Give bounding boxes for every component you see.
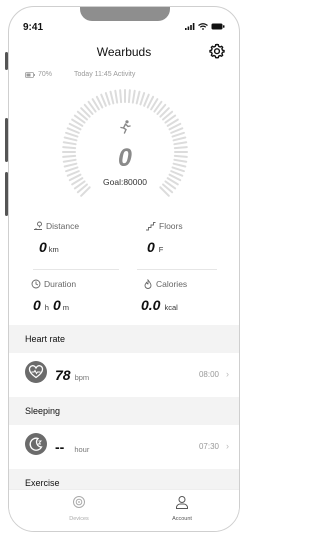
gauge-tick	[62, 154, 77, 158]
status-icons	[185, 23, 225, 30]
gear-icon[interactable]	[209, 43, 225, 59]
heart-rate-row[interactable]: 78 bpm 08:00 ›	[9, 353, 239, 397]
tab-devices-label: Devices	[69, 516, 89, 522]
signal-icon	[185, 23, 195, 30]
moon-icon	[29, 437, 43, 451]
devices-icon	[73, 496, 85, 508]
battery-icon	[211, 23, 225, 30]
distance-metric: Distance 0 km	[33, 221, 133, 255]
duration-hours-unit: h	[44, 303, 49, 312]
gauge-tick	[172, 136, 187, 142]
info-row: 70% Today 11:45 Activity	[25, 71, 135, 78]
sleeping-header: Sleeping	[9, 397, 239, 425]
gauge-tick	[114, 89, 119, 104]
duration-minutes: 0	[52, 297, 61, 313]
sleep-time: 07:30	[198, 442, 219, 451]
running-icon	[120, 120, 131, 134]
distance-unit: km	[48, 245, 59, 254]
gauge-tick	[131, 89, 136, 104]
sleep-unit: hour	[74, 445, 90, 454]
floors-label: Floors	[159, 221, 183, 231]
gauge-tick	[65, 166, 79, 173]
gauge-tick	[173, 154, 188, 158]
battery-level: 70%	[38, 71, 53, 78]
calories-unit: kcal	[164, 303, 178, 312]
tab-devices[interactable]: Devices	[49, 495, 109, 522]
gauge-tick	[173, 141, 188, 146]
flame-icon	[144, 279, 152, 289]
sleep-icon-badge	[25, 433, 47, 455]
calories-value: 0.0	[141, 297, 161, 313]
gauge-tick	[171, 131, 185, 138]
clock-icon	[31, 279, 41, 289]
chevron-right-icon: ›	[226, 441, 229, 451]
gauge-tick	[139, 92, 146, 106]
phone-screen: 9:41 Wearbuds 70% Today 11:45 Activity 0…	[8, 6, 240, 532]
gauge-tick	[66, 170, 80, 177]
metrics-divider-right	[137, 269, 217, 270]
gauge-tick	[173, 158, 188, 163]
status-time: 9:41	[23, 22, 44, 33]
heart-rate-time: 08:00	[198, 370, 219, 379]
distance-value: 0	[39, 239, 47, 255]
calories-metric: Calories 0.0 kcal	[141, 279, 239, 313]
tab-account[interactable]: Account	[152, 495, 212, 522]
gauge-tick	[143, 93, 150, 107]
step-count: 0	[118, 144, 132, 172]
sleeping-row[interactable]: -- hour 07:30 ›	[9, 425, 239, 469]
battery-outline-icon	[25, 71, 35, 78]
heart-rate-value: 78	[55, 367, 71, 383]
chevron-right-icon: ›	[226, 369, 229, 379]
account-icon	[176, 496, 188, 509]
gauge-tick	[63, 162, 78, 168]
gauge-tick	[62, 141, 77, 146]
heart-rate-icon-badge	[25, 361, 47, 383]
page-title: Wearbuds	[96, 45, 152, 59]
gauge-tick	[63, 136, 78, 142]
gauge-tick	[62, 158, 77, 163]
step-gauge: 0 Goal:80000	[62, 89, 188, 197]
gauge-tick	[100, 93, 107, 107]
gauge-tick	[119, 89, 123, 104]
gauge-tick	[171, 166, 185, 173]
distance-label: Distance	[46, 221, 80, 231]
heart-icon	[28, 365, 44, 379]
calories-label: Calories	[156, 279, 188, 289]
duration-minutes-unit: m	[62, 303, 70, 312]
wifi-icon	[198, 23, 208, 30]
gauge-tick	[173, 146, 188, 150]
sync-time: Today 11:45 Activity	[74, 71, 136, 78]
tab-bar: Devices Account	[9, 489, 239, 531]
gauge-tick	[172, 162, 187, 168]
duration-metric: Duration 0h0m	[31, 279, 131, 313]
notch	[80, 7, 170, 21]
tab-account-label: Account	[172, 516, 192, 522]
sleep-value: --	[55, 439, 65, 455]
gauge-tick	[62, 146, 77, 150]
floors-metric: Floors 0F	[145, 221, 239, 255]
gauge-tick	[127, 89, 131, 104]
metrics-divider-left	[33, 269, 119, 270]
step-goal: Goal:80000	[103, 177, 147, 187]
floors-unit: F	[158, 245, 164, 254]
floors-value: 0	[147, 239, 155, 255]
gauge-tick	[66, 127, 80, 134]
heart-rate-unit: bpm	[74, 373, 90, 382]
gauge-tick	[170, 127, 184, 134]
duration-hours: 0	[33, 297, 41, 313]
heart-rate-header: Heart rate	[9, 325, 239, 353]
gauge-tick	[135, 90, 141, 105]
gauge-tick	[170, 170, 184, 177]
gauge-tick	[109, 90, 115, 105]
duration-label: Duration	[44, 279, 77, 289]
distance-icon	[34, 221, 42, 230]
gauge-tick	[65, 131, 79, 138]
stairs-icon	[146, 222, 156, 231]
gauge-tick	[104, 92, 111, 106]
